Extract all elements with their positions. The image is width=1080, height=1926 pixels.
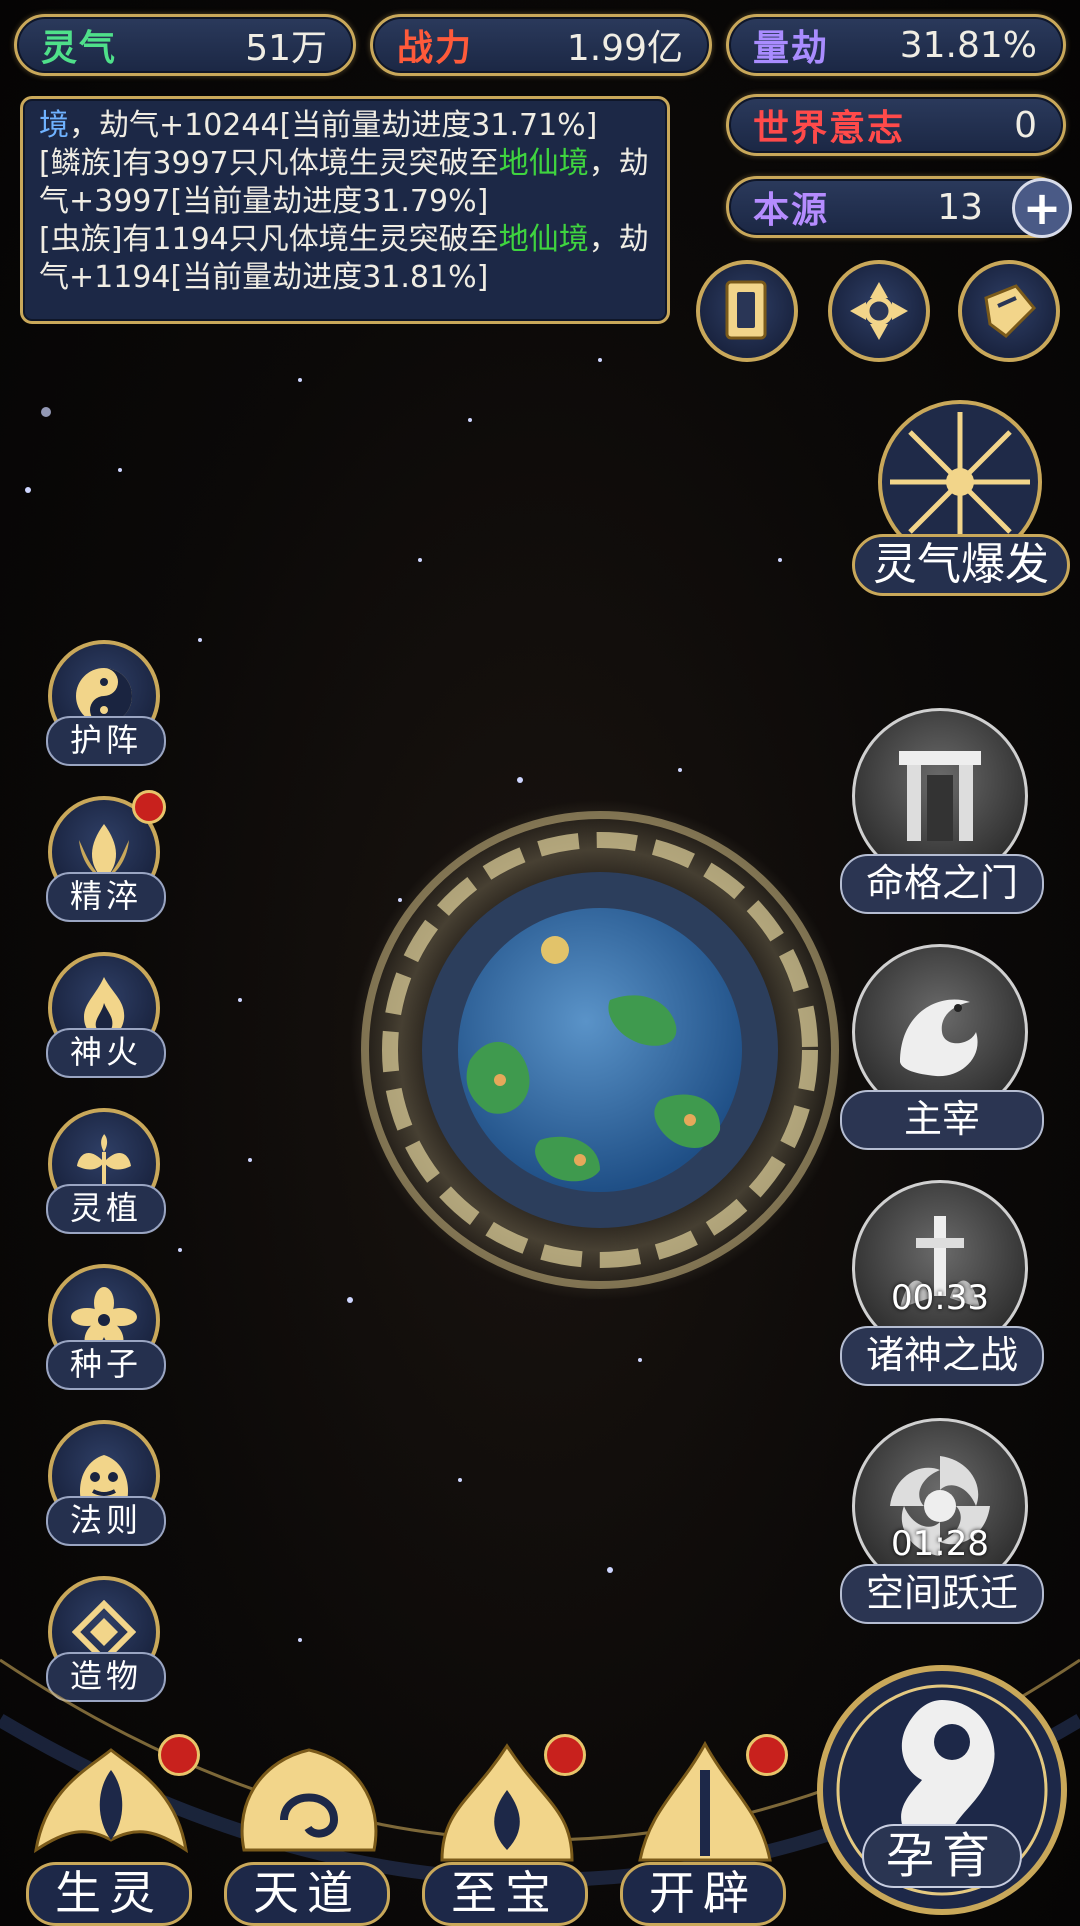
right-btn-zhushen[interactable]: 00:33 诸神之战 xyxy=(840,1180,1044,1390)
benyuan-label: 本源 xyxy=(753,190,830,231)
world-planet[interactable] xyxy=(350,800,850,1300)
scroll-button[interactable] xyxy=(958,260,1060,362)
nav-shengling[interactable]: 生灵 xyxy=(16,1730,206,1926)
notification-badge xyxy=(746,1734,788,1776)
add-benyuan-button[interactable]: + xyxy=(1012,178,1072,238)
nav-label: 生灵 xyxy=(26,1862,192,1926)
left-btn-label: 神火 xyxy=(46,1028,166,1078)
log-text: ，劫气+10244[当前量劫进度31.71%] xyxy=(69,108,598,143)
burst-label: 灵气爆发 xyxy=(852,534,1070,596)
nav-kaipi[interactable]: 开辟 xyxy=(610,1730,800,1926)
nav-label: 至宝 xyxy=(422,1862,588,1926)
log-realm: 境 xyxy=(39,108,69,143)
event-log[interactable]: 境，劫气+10244[当前量劫进度31.71%] [鳞族]有3997只凡体境生灵… xyxy=(20,96,670,324)
lingqi-burst-button[interactable]: 灵气爆发 xyxy=(852,392,1072,602)
card-icon xyxy=(725,280,767,340)
lingqi-label: 灵气 xyxy=(41,28,118,69)
left-btn-label: 精淬 xyxy=(46,872,166,922)
left-btn-shenhuo[interactable]: 神火 xyxy=(40,952,170,1092)
left-btn-label: 种子 xyxy=(46,1340,166,1390)
liangjie-value: 31.81% xyxy=(899,24,1037,66)
right-btn-label: 命格之门 xyxy=(840,854,1044,914)
log-line: [虫族]有1194只凡体境生灵突破至地仙境，劫气+1194[当前量劫进度31.8… xyxy=(39,221,651,297)
left-btn-faze[interactable]: 法则 xyxy=(40,1420,170,1560)
left-btn-label: 灵植 xyxy=(46,1184,166,1234)
nav-tiandao[interactable]: 天道 xyxy=(214,1730,404,1926)
log-realm: 地仙境 xyxy=(498,146,589,181)
nav-label: 天道 xyxy=(224,1862,390,1926)
log-text: [虫族]有1194只凡体境生灵突破至 xyxy=(39,222,499,257)
right-btn-label: 主宰 xyxy=(840,1090,1044,1150)
right-btn-kongjian[interactable]: 01:28 空间跃迁 xyxy=(840,1418,1044,1628)
shijie-value: 0 xyxy=(1014,104,1037,146)
log-text: [鳞族]有3997只凡体境生灵突破至 xyxy=(39,146,499,181)
left-btn-label: 法则 xyxy=(46,1496,166,1546)
nav-label: 开辟 xyxy=(620,1862,786,1926)
yunyu-label: 孕育 xyxy=(862,1824,1022,1888)
left-btn-jingcui[interactable]: 精淬 xyxy=(40,790,170,936)
liangjie-stat: 量劫 31.81% xyxy=(726,14,1066,76)
log-line: 境，劫气+10244[当前量劫进度31.71%] xyxy=(39,107,651,145)
scroll-icon xyxy=(984,284,1037,338)
zhanli-label: 战力 xyxy=(397,28,474,69)
lingqi-stat: 灵气 51万 xyxy=(14,14,356,76)
cards-button[interactable] xyxy=(696,260,798,362)
nav-zhibao[interactable]: 至宝 xyxy=(412,1730,602,1926)
right-btn-mingge[interactable]: 命格之门 xyxy=(840,708,1044,918)
log-line: [鳞族]有3997只凡体境生灵突破至地仙境，劫气+3997[当前量劫进度31.7… xyxy=(39,145,651,221)
yunyu-button[interactable]: 孕育 xyxy=(812,1660,1072,1920)
kongjian-timer: 01:28 xyxy=(891,1524,989,1564)
cloud-swirl-icon xyxy=(240,1748,378,1852)
swirl-icon xyxy=(850,282,908,340)
log-realm: 地仙境 xyxy=(498,222,589,257)
benyuan-value: 13 xyxy=(937,186,983,228)
swirl-button[interactable] xyxy=(828,260,930,362)
left-btn-label: 护阵 xyxy=(46,716,166,766)
zhanli-stat: 战力 1.99亿 xyxy=(370,14,712,76)
notification-badge xyxy=(158,1734,200,1776)
zhanli-value: 1.99亿 xyxy=(566,28,683,69)
left-btn-zhongzi[interactable]: 种子 xyxy=(40,1264,170,1404)
right-btn-zhuzai[interactable]: 主宰 xyxy=(840,944,1044,1154)
notification-badge xyxy=(132,790,166,824)
shijie-label: 世界意志 xyxy=(753,108,906,149)
lingqi-value: 51万 xyxy=(245,28,327,69)
shijie-stat: 世界意志 0 xyxy=(726,94,1066,156)
right-btn-label: 诸神之战 xyxy=(840,1326,1044,1386)
planet-icon xyxy=(350,800,850,1300)
left-btn-huzhen[interactable]: 护阵 xyxy=(40,640,170,780)
plus-icon: + xyxy=(1022,181,1062,235)
zhushen-timer: 00:33 xyxy=(891,1278,989,1318)
liangjie-label: 量劫 xyxy=(753,28,830,69)
left-btn-lingzhi[interactable]: 灵植 xyxy=(40,1108,170,1248)
notification-badge xyxy=(544,1734,586,1776)
